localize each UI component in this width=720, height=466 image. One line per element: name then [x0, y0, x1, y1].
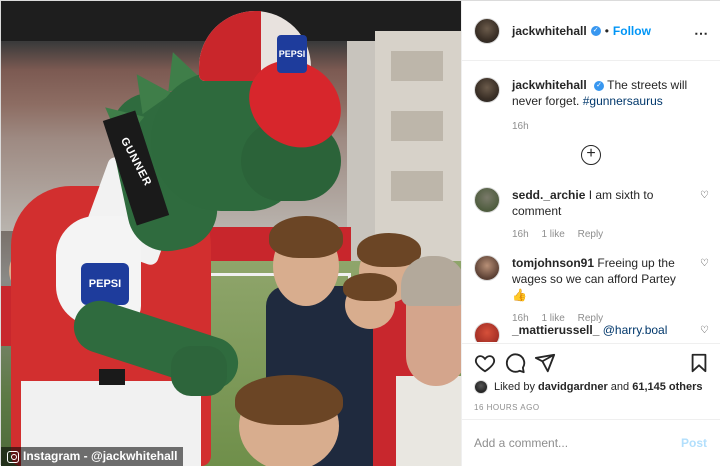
likes-summary: Liked by davidgardner and 61,145 others: [474, 380, 703, 394]
comment-body: _mattierussell_ @harry.boal: [512, 322, 682, 342]
heart-icon[interactable]: ♡: [700, 326, 710, 336]
separator: •: [604, 23, 609, 38]
pepsi-logo: PEPSI: [81, 263, 129, 305]
instagram-post: PEPSI GUNNER PEPSI Instagram - @jackwhit…: [0, 0, 720, 466]
avatar[interactable]: [474, 17, 500, 44]
comment: sedd._archie I am sixth to comment 16h 1…: [474, 187, 710, 243]
mention-link[interactable]: @harry.boal: [603, 323, 668, 337]
caption-text-block: jackwhitehall ✓ The streets will never f…: [512, 77, 714, 135]
hashtag-link[interactable]: #gunnersaurus: [583, 94, 663, 108]
avatar[interactable]: [474, 187, 500, 213]
follow-button[interactable]: Follow: [613, 24, 651, 38]
mascot-hand: [171, 346, 227, 396]
heart-icon[interactable]: ♡: [700, 191, 710, 201]
comment-username[interactable]: tomjohnson91: [512, 256, 594, 270]
caption: jackwhitehall ✓ The streets will never f…: [474, 77, 714, 135]
comment: _mattierussell_ @harry.boal ♡: [474, 322, 710, 342]
action-icons: [474, 352, 710, 374]
cap-pepsi-logo: PEPSI: [277, 35, 307, 73]
add-comment-bar: Add a comment... Post: [462, 419, 720, 466]
comment-icon[interactable]: [504, 352, 526, 374]
comment-input[interactable]: Add a comment...: [474, 436, 568, 450]
kid-hair: [235, 375, 343, 425]
kid-hair: [343, 273, 397, 301]
avatar[interactable]: [474, 255, 500, 281]
liked-by-user[interactable]: davidgardner: [538, 381, 608, 393]
verified-icon: ✓: [590, 25, 601, 36]
liked-by-count[interactable]: 61,145 others: [632, 381, 702, 393]
load-more-comments-icon[interactable]: +: [581, 145, 601, 165]
avatar[interactable]: [474, 322, 500, 342]
man-shirt: [396, 376, 461, 466]
post-header: jackwhitehall ✓ • Follow ⋯: [462, 1, 720, 61]
comment: tomjohnson91 Freeing up the wages so we …: [474, 255, 710, 327]
heart-icon[interactable]: [474, 352, 496, 374]
avatar[interactable]: [474, 77, 500, 103]
caption-username[interactable]: jackwhitehall: [512, 78, 587, 92]
man-hair: [401, 256, 461, 306]
comment-username[interactable]: sedd._archie: [512, 188, 585, 202]
comment-time: 16h: [512, 229, 529, 240]
comment-username[interactable]: _mattierussell_: [512, 323, 599, 337]
send-icon[interactable]: [534, 352, 556, 374]
watermark-text: Instagram - @jackwhitehall: [23, 449, 178, 463]
heart-icon[interactable]: ♡: [700, 259, 710, 269]
likes-text: Liked by davidgardner and 61,145 others: [494, 381, 703, 393]
comment-body: sedd._archie I am sixth to comment 16h 1…: [512, 187, 682, 243]
post-timestamp: 16 HOURS AGO: [474, 403, 540, 412]
bookmark-icon[interactable]: [688, 352, 710, 374]
post-sidebar: jackwhitehall ✓ • Follow ⋯ jackwhitehall…: [461, 1, 720, 466]
shorts-logo: [99, 369, 125, 385]
verified-icon: ✓: [594, 80, 605, 91]
post-button[interactable]: Post: [681, 436, 707, 450]
liked-by-and: and: [610, 381, 630, 393]
more-options-icon[interactable]: ⋯: [694, 25, 709, 42]
caption-time: 16h: [512, 121, 529, 132]
kid-hair: [269, 216, 343, 258]
comment-likes[interactable]: 1 like: [541, 229, 564, 240]
post-photo[interactable]: PEPSI GUNNER PEPSI Instagram - @jackwhit…: [1, 1, 461, 466]
header-username[interactable]: jackwhitehall: [512, 24, 587, 38]
stadium-pillar: [347, 41, 375, 261]
instagram-icon: [7, 450, 19, 463]
instagram-watermark: Instagram - @jackwhitehall: [1, 447, 184, 466]
liked-by-prefix: Liked by: [494, 381, 535, 393]
comment-body: tomjohnson91 Freeing up the wages so we …: [512, 255, 682, 327]
comment-actions: 16h 1 like Reply: [512, 227, 682, 243]
reply-button[interactable]: Reply: [578, 229, 604, 240]
avatar[interactable]: [474, 380, 488, 394]
